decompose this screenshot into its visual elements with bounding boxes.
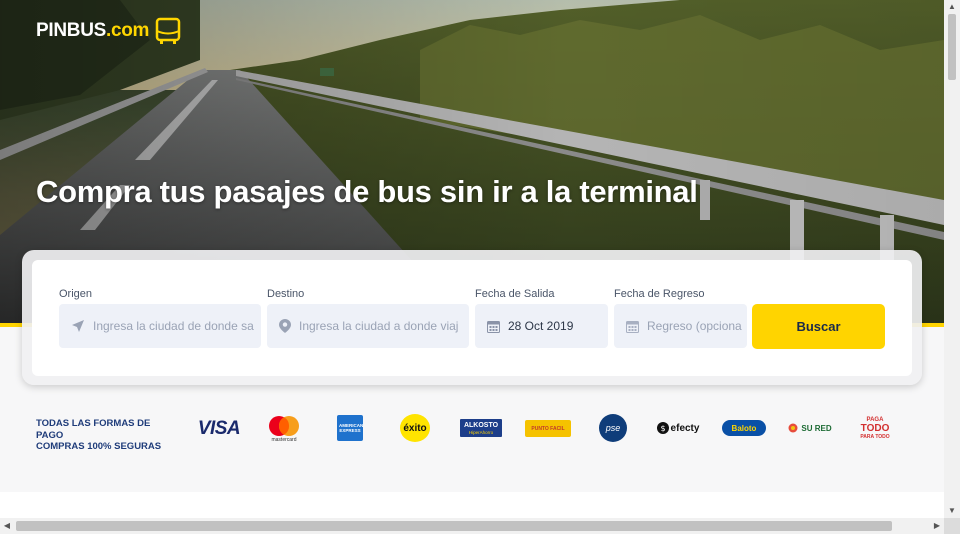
exito-logo: éxito [400,414,430,442]
origin-input[interactable]: Ingresa la ciudad de donde sa [59,304,261,348]
scrollbar-corner [944,518,960,534]
search-button[interactable]: Buscar [752,304,885,349]
pagatodo-logo: PAGA TODO PARA TODO [856,414,894,444]
calendar-icon [487,320,500,333]
departure-date-input[interactable]: 28 Oct 2019 [475,304,608,348]
punto-facil-logo: PUNTO FACIL [525,420,571,437]
visa-logo-text: VISA [197,418,241,439]
map-pin-icon [279,319,291,333]
sured-logo: SU RED [786,420,834,436]
pinbus-logo[interactable]: PINBUS.com [36,16,183,46]
horizontal-scroll-thumb[interactable] [16,521,892,531]
calendar-icon [626,320,639,333]
alkosto-logo-text: ALKOSTO [463,421,499,429]
origin-label: Origen [59,288,93,300]
pse-logo: pse [599,414,627,442]
alkosto-logo-subtext: HiperAhorro [468,429,494,435]
horizontal-scrollbar[interactable]: ◀ ▶ [0,518,944,534]
location-arrow-icon [72,320,84,332]
exito-logo-text: éxito [403,422,427,434]
pagatodo-line2: TODO [860,423,890,434]
mastercard-logo: mastercard [266,414,302,444]
vertical-scrollbar[interactable]: ▲ ▼ [944,0,960,518]
efecty-logo-text: efecty [670,422,700,434]
vertical-scroll-thumb[interactable] [948,14,956,80]
visa-logo: VISA [194,418,244,440]
pse-logo-text: pse [605,423,621,433]
departure-date-value: 28 Oct 2019 [508,319,574,333]
return-date-input[interactable]: Regreso (opciona [614,304,747,348]
bus-icon [155,17,181,44]
destination-placeholder: Ingresa la ciudad a donde viaj [299,319,459,333]
scroll-up-arrow-icon[interactable]: ▲ [944,0,960,14]
return-label: Fecha de Regreso [614,288,705,300]
efecty-logo: $ efecty [655,420,701,436]
scroll-left-arrow-icon[interactable]: ◀ [0,518,14,534]
baloto-logo: Baloto [722,420,766,436]
amex-logo: AMERICAN EXPRESS [337,415,363,441]
destination-label: Destino [267,288,305,300]
payment-info: TODAS LAS FORMAS DE PAGO COMPRAS 100% SE… [36,418,166,453]
origin-placeholder: Ingresa la ciudad de donde sa [93,319,254,333]
sured-logo-text: SU RED [801,423,832,433]
secure-purchase-text: COMPRAS 100% SEGURAS [36,441,162,452]
departure-label: Fecha de Salida [475,288,555,300]
scroll-right-arrow-icon[interactable]: ▶ [930,518,944,534]
logo-suffix: .com [106,20,150,41]
logo-name: PINBUS [36,20,106,41]
punto-facil-logo-text: PUNTO FACIL [531,425,565,432]
next-section [0,492,944,518]
mastercard-text: mastercard [271,437,297,443]
logo-text: PINBUS.com [36,20,149,42]
alkosto-logo: ALKOSTO HiperAhorro [460,419,502,437]
mastercard-circles [269,416,299,436]
pagatodo-line3: PARA TODO [860,434,890,440]
sured-mark-icon [788,423,798,433]
baloto-logo-text: Baloto [731,423,757,433]
payment-methods-text: TODAS LAS FORMAS DE PAGO [36,418,151,441]
amex-logo-text: AMERICAN EXPRESS [339,423,364,433]
efecty-mark-icon: $ [656,422,669,434]
svg-text:$: $ [660,424,665,433]
hero-title: Compra tus pasajes de bus sin ir a la te… [36,174,698,209]
destination-input[interactable]: Ingresa la ciudad a donde viaj [267,304,469,348]
return-date-placeholder: Regreso (opciona [647,319,742,333]
scroll-down-arrow-icon[interactable]: ▼ [944,504,960,518]
